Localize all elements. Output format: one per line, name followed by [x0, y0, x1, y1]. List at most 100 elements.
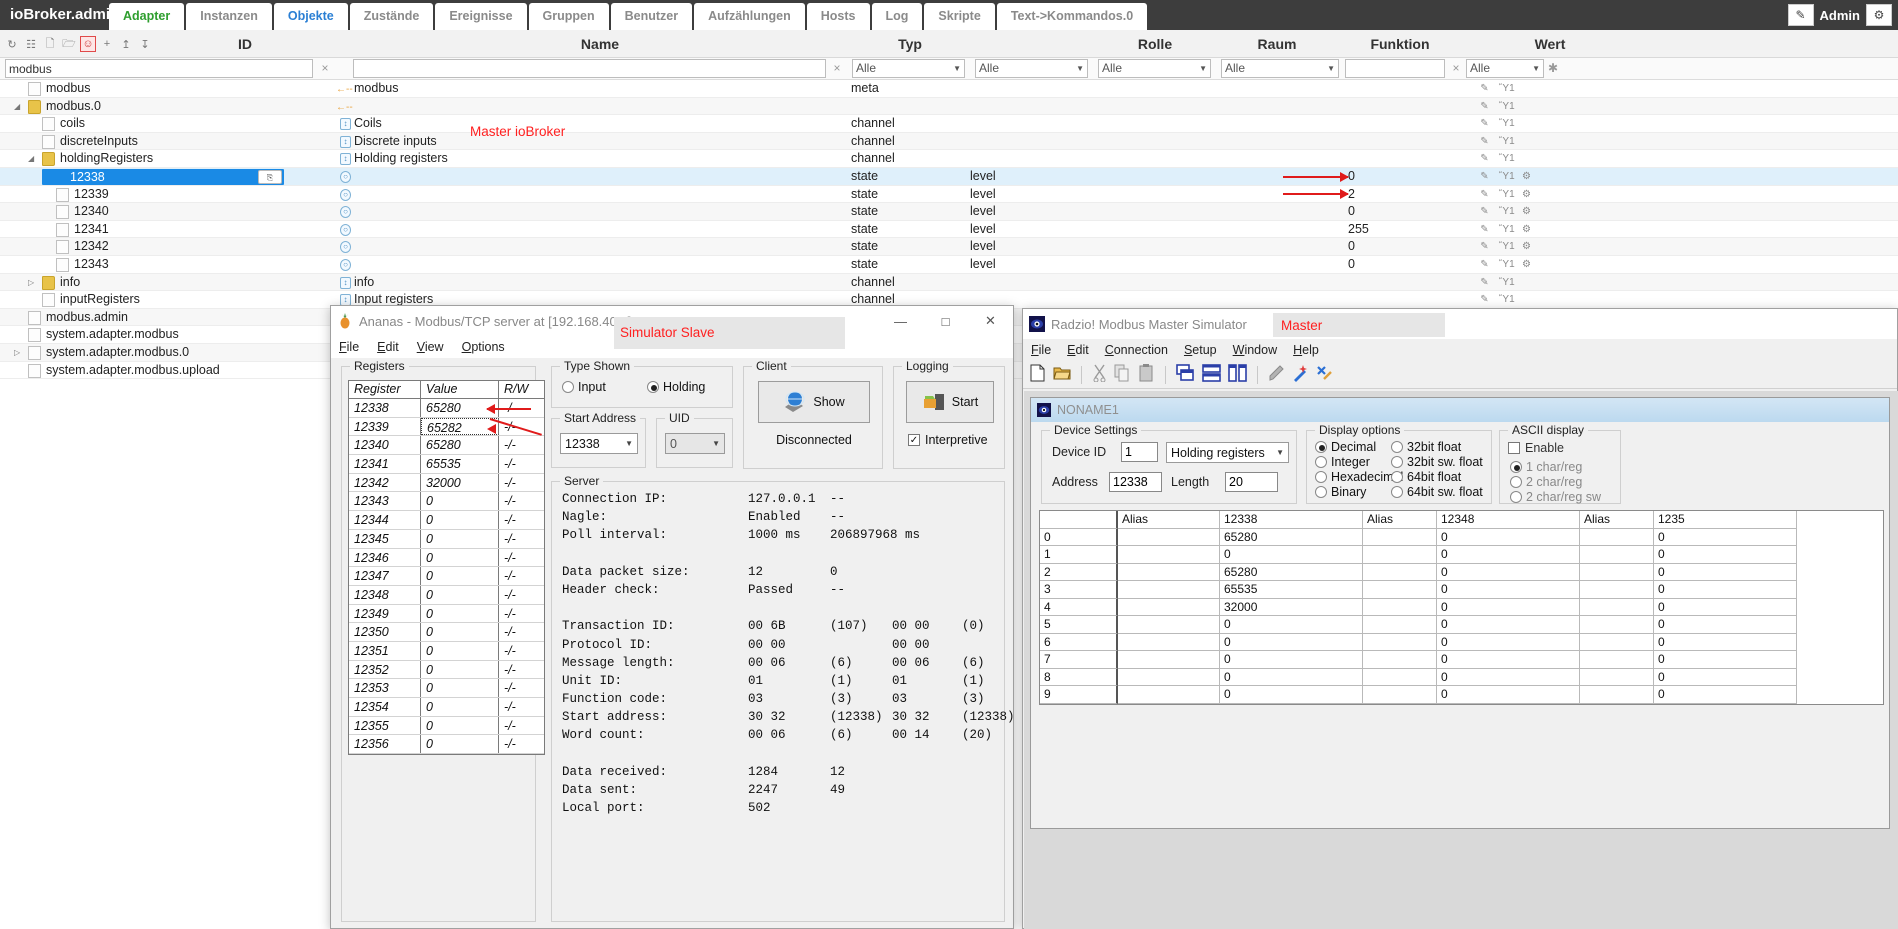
- row-actions[interactable]: ✎ Ὕ1: [1478, 135, 1514, 148]
- data-grid-cell[interactable]: 32000: [1220, 598, 1363, 616]
- data-grid-cell[interactable]: 0: [1437, 563, 1580, 581]
- data-grid-cell[interactable]: 0: [1437, 668, 1580, 686]
- ascii-enable-checkbox[interactable]: Enable: [1508, 441, 1564, 455]
- register-value[interactable]: 65535: [421, 455, 499, 473]
- data-grid-cell[interactable]: 0: [1220, 616, 1363, 634]
- filter-typ-select[interactable]: Alle ▼: [852, 59, 965, 78]
- data-grid-cell[interactable]: 4: [1040, 598, 1118, 616]
- data-grid-cell[interactable]: [1363, 686, 1437, 704]
- register-value[interactable]: 0: [421, 604, 499, 623]
- delete-icon[interactable]: Ὕ1: [1499, 117, 1515, 130]
- data-grid-cell[interactable]: 65280: [1220, 528, 1363, 546]
- show-button[interactable]: Show: [758, 381, 870, 423]
- tab-skripte[interactable]: Skripte: [924, 3, 995, 30]
- radio-64bit-sw-float[interactable]: 64bit sw. float: [1391, 484, 1483, 499]
- chevron-down-icon[interactable]: ◢: [14, 102, 24, 112]
- radzio-menu-connection[interactable]: Connection: [1105, 343, 1168, 357]
- address-input[interactable]: [1109, 472, 1162, 492]
- table-row[interactable]: 12341 ○ state level 255 ✎ Ὕ1 ⚙: [0, 221, 1898, 239]
- wand-icon[interactable]: [1292, 364, 1309, 385]
- data-grid-row[interactable]: 4 32000 0 0: [1040, 598, 1883, 616]
- pencil-icon[interactable]: ✎: [1478, 240, 1491, 253]
- data-grid-cell[interactable]: 65280: [1220, 563, 1363, 581]
- gear-icon[interactable]: ⚙: [1520, 188, 1533, 201]
- register-value[interactable]: 0: [421, 679, 499, 697]
- register-row[interactable]: 12341 65535 -/-: [349, 455, 544, 474]
- data-grid-cell[interactable]: 7: [1040, 651, 1118, 669]
- tab-benutzer[interactable]: Benutzer: [610, 3, 693, 30]
- data-grid-cell[interactable]: 5: [1040, 616, 1118, 634]
- expand-icon[interactable]: +: [99, 36, 115, 52]
- register-row[interactable]: 12356 0 -/-: [349, 735, 544, 755]
- data-grid-cell[interactable]: 0: [1437, 651, 1580, 669]
- paste-icon[interactable]: [1138, 364, 1155, 385]
- data-grid-cell[interactable]: 0: [1654, 668, 1797, 686]
- radio-input[interactable]: Input: [562, 380, 606, 394]
- tab-text-kommandos-0[interactable]: Text->Kommandos.0: [996, 3, 1148, 30]
- data-grid-cell[interactable]: 0: [1437, 616, 1580, 634]
- register-row[interactable]: 12353 0 -/-: [349, 679, 544, 698]
- row-actions[interactable]: ✎ Ὕ1: [1478, 117, 1515, 130]
- data-grid-cell[interactable]: 0: [1437, 546, 1580, 564]
- data-grid-cell[interactable]: 0: [1040, 528, 1118, 546]
- data-grid-cell[interactable]: [1580, 686, 1654, 704]
- register-value[interactable]: 0: [421, 529, 499, 548]
- filter-wert-clear[interactable]: ×: [1449, 60, 1463, 76]
- tile-horizontal-icon[interactable]: [1202, 364, 1221, 385]
- data-grid-cell[interactable]: [1580, 581, 1654, 599]
- row-actions[interactable]: ✎ Ὕ1: [1478, 100, 1515, 113]
- radio-32bit-sw-float[interactable]: 32bit sw. float: [1391, 454, 1483, 469]
- data-grid-cell[interactable]: [1580, 563, 1654, 581]
- data-grid-row[interactable]: 2 65280 0 0: [1040, 563, 1883, 581]
- register-value[interactable]: 0: [421, 511, 499, 529]
- register-row[interactable]: 12343 0 -/-: [349, 492, 544, 512]
- ascii-options-list[interactable]: 1 char/reg 2 char/reg 2 char/reg sw: [1510, 459, 1601, 504]
- table-row[interactable]: ◢ holdingRegisters ↕ Holding registers chann…: [0, 150, 1898, 168]
- tab-ereignisse[interactable]: Ereignisse: [435, 3, 527, 30]
- registers-table[interactable]: Register Value R/W 1233865280-/-12339652…: [348, 380, 545, 756]
- delete-icon[interactable]: Ὕ1: [1499, 170, 1515, 183]
- data-grid-row[interactable]: 1 0 0 0: [1040, 546, 1883, 564]
- close-icon[interactable]: ✕: [968, 306, 1013, 336]
- pencil-icon[interactable]: ✎: [1787, 4, 1814, 26]
- interpretive-checkbox[interactable]: ✓ Interpretive: [908, 433, 988, 447]
- filter-id-input[interactable]: [5, 59, 313, 78]
- filter-wert-input[interactable]: [1345, 59, 1445, 78]
- radzio-menu-bar[interactable]: File Edit Connection Setup Window Help: [1023, 339, 1897, 361]
- ananas-window[interactable]: Ananas - Modbus/TCP server at [192.168.4…: [330, 305, 1015, 929]
- delete-icon[interactable]: Ὕ1: [1499, 100, 1515, 113]
- delete-icon[interactable]: Ὕ1: [1499, 240, 1515, 253]
- data-grid-cell[interactable]: 6: [1040, 633, 1118, 651]
- logging-start-button[interactable]: Start: [906, 381, 994, 423]
- data-grid-cell[interactable]: 0: [1220, 686, 1363, 704]
- tab-instanzen[interactable]: Instanzen: [186, 3, 272, 30]
- data-grid-cell[interactable]: 0: [1654, 616, 1797, 634]
- data-grid-cell[interactable]: 0: [1654, 563, 1797, 581]
- table-row[interactable]: 12342 ○ state level 0 ✎ Ὕ1 ⚙: [0, 238, 1898, 256]
- ananas-menu-options[interactable]: Options: [462, 340, 505, 354]
- radio-32bit-float[interactable]: 32bit float: [1391, 439, 1483, 454]
- data-grid-cell[interactable]: [1118, 686, 1220, 704]
- data-grid-cell[interactable]: 0: [1654, 598, 1797, 616]
- pencil-icon[interactable]: [1268, 364, 1285, 385]
- data-grid-cell[interactable]: [1580, 633, 1654, 651]
- register-row[interactable]: 12344 0 -/-: [349, 511, 544, 530]
- filter-name-input[interactable]: [353, 59, 826, 78]
- pencil-icon[interactable]: ✎: [1478, 223, 1491, 236]
- copy-icon[interactable]: 🗋: [42, 36, 58, 52]
- data-grid-cell[interactable]: [1118, 581, 1220, 599]
- collapse-down-icon[interactable]: ↧: [137, 36, 153, 52]
- data-grid-cell[interactable]: [1118, 651, 1220, 669]
- data-grid-cell[interactable]: [1580, 668, 1654, 686]
- tools-icon[interactable]: [1316, 364, 1333, 385]
- data-grid-row[interactable]: 9 0 0 0: [1040, 686, 1883, 704]
- table-row[interactable]: 12340 ○ state level 0 ✎ Ὕ1 ⚙: [0, 203, 1898, 221]
- table-row[interactable]: ◢ modbus.0 ←-- ✎ Ὕ1: [0, 97, 1898, 116]
- data-grid-cell[interactable]: 0: [1437, 598, 1580, 616]
- register-row[interactable]: 12350 0 -/-: [349, 623, 544, 642]
- row-actions[interactable]: ✎ Ὕ1 ⚙: [1478, 223, 1533, 236]
- chevron-down-icon[interactable]: ◢: [28, 154, 38, 164]
- data-grid-row[interactable]: 5 0 0 0: [1040, 616, 1883, 634]
- data-grid-cell[interactable]: 8: [1040, 668, 1118, 686]
- data-grid-cell[interactable]: [1363, 616, 1437, 634]
